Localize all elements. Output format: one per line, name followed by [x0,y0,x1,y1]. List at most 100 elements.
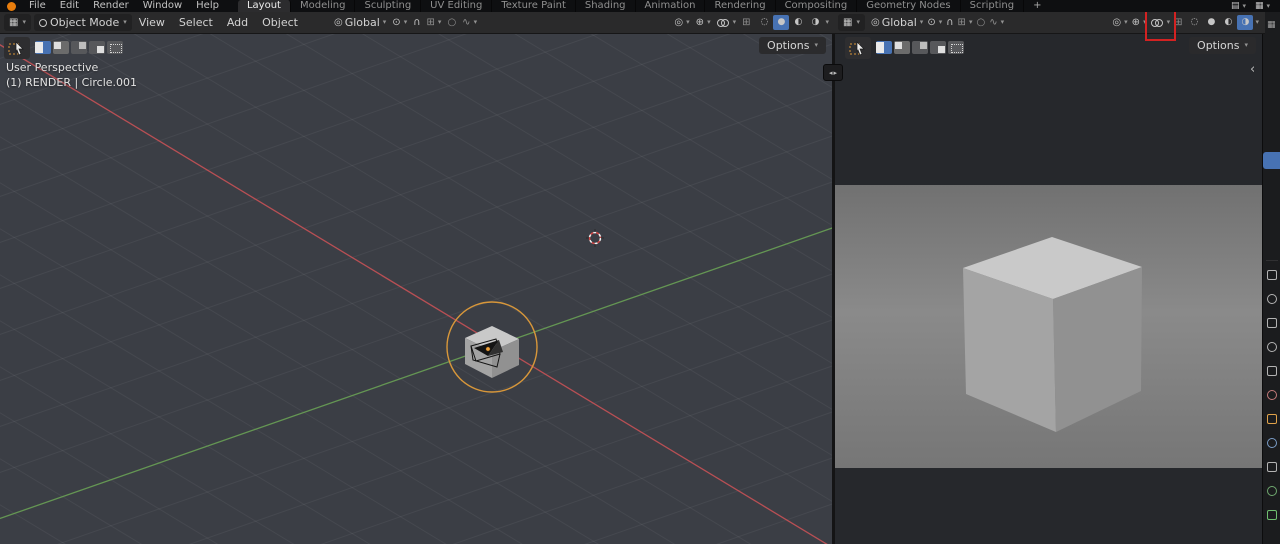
wireframe-icon: ◌ [1190,17,1199,27]
tool-option-1-icon[interactable] [876,41,892,54]
snap-target-dropdown[interactable]: ⊙ ▾ [925,14,944,31]
shading-solid-button[interactable]: ● [1203,15,1219,30]
tab-geometry-nodes[interactable]: Geometry Nodes [857,0,961,12]
properties-tab-physics-icon[interactable] [1267,486,1277,496]
overlays-dropdown[interactable]: ▾ [1144,6,1177,41]
proportional-editing-icon: ○ [976,16,986,28]
proportional-editing-toggle[interactable]: ○ [444,14,459,31]
region-splitter[interactable]: ◂ ▸ [823,64,843,81]
snap-target-icon: ⊙ [927,16,936,28]
menu-help[interactable]: Help [189,0,226,12]
properties-active-tab[interactable] [1263,152,1280,169]
properties-tab-object-data-icon[interactable] [1267,510,1277,520]
shading-material-button[interactable]: ◐ [790,15,806,30]
collapse-sidebar-arrow[interactable]: ‹ [1250,62,1255,77]
tool-options [876,41,964,54]
editor-type-icon: ▦ [9,16,19,28]
properties-tab-scene-icon[interactable] [1267,366,1277,376]
properties-tab-modifiers-icon[interactable] [1267,438,1277,448]
tool-option-1-icon[interactable] [35,41,51,54]
shading-rendered-button[interactable]: ◑ [807,15,823,30]
tool-option-2-icon[interactable] [894,41,910,54]
properties-tab-view-layer-icon[interactable] [1267,342,1277,352]
overlays-dropdown[interactable]: ▾ [714,14,740,31]
tool-option-4-icon[interactable] [89,41,105,54]
transform-orientation-dropdown[interactable]: ◎ Global ▾ [869,14,925,31]
properties-tab-render-icon[interactable] [1267,294,1277,304]
splitter-right-icon: ▸ [833,68,838,77]
tab-compositing[interactable]: Compositing [776,0,858,12]
show-object-types-dropdown[interactable]: ◎ ▾ [1110,14,1129,31]
snap-toggle[interactable]: ∩ [944,14,955,31]
shading-wireframe-button[interactable]: ◌ [1186,15,1202,30]
tab-rendering[interactable]: Rendering [705,0,776,12]
properties-tab-tool-icon[interactable] [1267,270,1277,280]
menu-object[interactable]: Object [255,16,305,29]
shading-wireframe-button[interactable]: ◌ [756,15,772,30]
properties-tab-output-icon[interactable] [1267,318,1277,328]
properties-tab-object-icon[interactable] [1267,414,1277,424]
tab-layout[interactable]: Layout [237,0,291,12]
snap-with-dropdown[interactable]: ⊞ ▾ [956,14,975,31]
tab-sculpting[interactable]: Sculpting [355,0,422,12]
viewport-3d-left[interactable]: Options ▾ User Perspective (1) RENDER | … [0,33,832,544]
menu-add[interactable]: Add [220,16,255,29]
tab-texture-paint[interactable]: Texture Paint [492,0,576,12]
tool-option-3-icon[interactable] [912,41,928,54]
menu-file[interactable]: File [22,0,53,12]
tool-option-5-icon[interactable] [107,41,123,54]
scene-dropdown[interactable]: ▤ ▾ [1231,1,1246,11]
falloff-dropdown[interactable]: ∿ ▾ [459,14,480,31]
menu-view[interactable]: View [132,16,172,29]
tab-animation[interactable]: Animation [636,0,706,12]
menu-render[interactable]: Render [86,0,136,12]
active-tool-button[interactable] [4,37,30,59]
snap-with-dropdown[interactable]: ⊞ ▾ [424,14,445,31]
options-dropdown[interactable]: Options ▾ [759,37,826,54]
transform-orientation-icon: ◎ [333,16,343,28]
gizmos-dropdown[interactable]: ⊕ ▾ [1130,14,1149,31]
viewport-header-right: ▦ ▾ ◎ Global ▾ ⊙ ▾ ∩ ⊞ ▾ ○ ∿ ▾ ◎ ▾ ⊕ ▾ ▾… [835,6,1265,41]
show-overlays-icon [1150,18,1164,28]
gizmos-dropdown[interactable]: ⊕ ▾ [693,14,714,31]
viewport-divider[interactable] [832,12,835,544]
falloff-dropdown[interactable]: ∿ ▾ [987,14,1006,31]
mode-dropdown[interactable]: Object Mode ▾ [33,14,132,31]
menu-window[interactable]: Window [136,0,189,12]
editor-type-button[interactable]: ▦ ▾ [838,14,865,31]
snap-toggle[interactable]: ∩ [410,14,423,31]
tab-uv-editing[interactable]: UV Editing [421,0,493,12]
tab-scripting[interactable]: Scripting [961,0,1025,12]
transform-orientation-icon: ◎ [870,16,880,28]
editor-type-button[interactable]: ▦ ▾ [4,14,31,31]
menu-select[interactable]: Select [172,16,220,29]
blender-logo-icon[interactable] [7,1,16,11]
visibility-icon: ◎ [674,16,684,28]
workspace-tabs: Layout Modeling Sculpting UV Editing Tex… [237,0,1051,12]
tab-modeling[interactable]: Modeling [291,0,356,12]
tool-option-2-icon[interactable] [53,41,69,54]
add-workspace-button[interactable]: + [1024,0,1050,12]
tool-option-5-icon[interactable] [948,41,964,54]
shading-solid-button[interactable]: ● [773,15,790,30]
shading-material-button[interactable]: ◐ [1220,15,1236,30]
view-layer-dropdown[interactable]: ▦ ▾ [1255,1,1270,11]
properties-tab-particles-icon[interactable] [1267,462,1277,472]
show-object-types-dropdown[interactable]: ◎ ▾ [671,14,692,31]
viewport-3d-right[interactable]: Options ▾ [835,33,1262,544]
menu-edit[interactable]: Edit [53,0,86,12]
tool-option-3-icon[interactable] [71,41,87,54]
proportional-editing-toggle[interactable]: ○ [974,14,987,31]
transform-orientation-dropdown[interactable]: ◎ Global ▾ [331,14,389,31]
shading-rendered-button[interactable]: ◑ [1237,15,1254,30]
properties-tab-world-icon[interactable] [1267,390,1277,400]
chevron-down-icon: ▾ [22,18,26,26]
options-dropdown[interactable]: Options ▾ [1189,37,1256,54]
xray-toggle[interactable]: ⊞ [739,14,753,31]
tool-option-4-icon[interactable] [930,41,946,54]
active-tool-button[interactable] [845,37,871,59]
properties-editor-icon[interactable]: ▦ [1267,20,1276,30]
tab-shading[interactable]: Shading [576,0,636,12]
xray-toggle[interactable]: ⊞ [1172,14,1184,31]
snap-target-dropdown[interactable]: ⊙ ▾ [389,14,410,31]
